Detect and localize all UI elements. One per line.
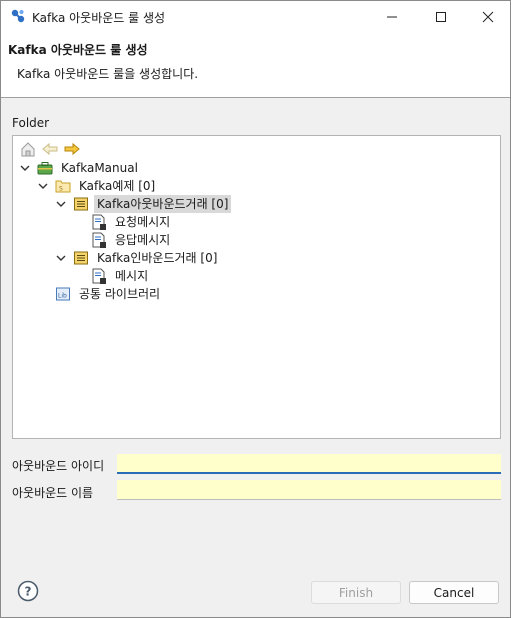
close-icon — [482, 11, 494, 22]
forward-arrow-icon[interactable] — [63, 140, 81, 158]
help-icon[interactable]: ? — [17, 580, 39, 602]
back-arrow-icon[interactable] — [41, 140, 59, 158]
library-icon: Lib — [56, 287, 70, 301]
tree-node-response-message[interactable]: 응답메시지 — [91, 231, 173, 249]
tree-node-label: 메시지 — [115, 269, 149, 283]
folder-tree[interactable]: KafkaManual S Kafka예제 [0] Kafka아웃바운드거래 [… — [12, 135, 501, 439]
finish-button[interactable]: Finish — [311, 581, 401, 604]
chevron-down-icon[interactable] — [55, 252, 67, 264]
folder-label: Folder — [12, 116, 50, 130]
tree-node-request-message[interactable]: 요청메시지 — [91, 213, 173, 231]
svg-text:?: ? — [25, 585, 32, 599]
maximize-button[interactable] — [424, 1, 458, 32]
tree-node-label: 요청메시지 — [115, 215, 171, 229]
svg-text:S: S — [59, 186, 63, 193]
chevron-down-icon[interactable] — [55, 198, 67, 210]
transaction-icon — [74, 197, 88, 211]
tree-node-message[interactable]: 메시지 — [91, 267, 151, 285]
package-folder-icon: S — [55, 180, 71, 193]
tree-node-kafka-inbound[interactable]: Kafka인바운드거래 [0] — [55, 249, 220, 267]
outbound-name-input[interactable] — [117, 480, 501, 500]
message-doc-icon — [92, 232, 106, 248]
transaction-icon — [74, 251, 88, 265]
svg-text:Lib: Lib — [58, 293, 67, 300]
window-title: Kafka 아웃바운드 룰 생성 — [32, 11, 166, 25]
tree-node-label: Kafka아웃바운드거래 [0] — [94, 195, 232, 213]
outbound-name-label: 아웃바운드 이름 — [12, 486, 94, 500]
project-briefcase-icon — [37, 162, 53, 175]
minimize-icon — [387, 16, 397, 17]
tree-node-label: Kafka예제 [0] — [79, 179, 156, 193]
title-bar: Kafka 아웃바운드 룰 생성 — [1, 1, 510, 32]
dialog-window: Kafka 아웃바운드 룰 생성 Kafka 아웃바운드 룰 생성 Kafka … — [0, 0, 511, 618]
tree-node-kafka-example[interactable]: S Kafka예제 [0] — [37, 177, 158, 195]
tree-node-kafka-outbound[interactable]: Kafka아웃바운드거래 [0] — [55, 195, 232, 213]
app-logo-icon — [11, 9, 25, 23]
page-description: Kafka 아웃바운드 룰을 생성합니다. — [17, 67, 199, 81]
tree-node-label: 공통 라이브러리 — [79, 287, 161, 301]
tree-node-label: Kafka인바운드거래 [0] — [97, 251, 218, 265]
minimize-button[interactable] — [375, 1, 409, 32]
tree-node-label: 응답메시지 — [115, 233, 171, 247]
cancel-button[interactable]: Cancel — [409, 581, 499, 604]
chevron-down-icon[interactable] — [37, 180, 49, 192]
message-doc-icon — [92, 214, 106, 230]
home-icon[interactable] — [19, 140, 37, 158]
outbound-id-input[interactable] — [117, 454, 501, 474]
close-button[interactable] — [471, 1, 505, 32]
chevron-down-icon[interactable] — [19, 162, 31, 174]
wizard-header: Kafka 아웃바운드 룰 생성 Kafka 아웃바운드 룰을 생성합니다. — [1, 32, 510, 98]
page-title: Kafka 아웃바운드 룰 생성 — [8, 43, 148, 57]
tree-node-common-library[interactable]: Lib 공통 라이브러리 — [55, 285, 163, 303]
tree-node-kafkamanual[interactable]: KafkaManual — [19, 159, 141, 177]
maximize-icon — [436, 11, 446, 22]
message-doc-icon — [92, 268, 106, 284]
outbound-id-label: 아웃바운드 아이디 — [12, 459, 105, 473]
tree-node-label: KafkaManual — [61, 161, 138, 175]
